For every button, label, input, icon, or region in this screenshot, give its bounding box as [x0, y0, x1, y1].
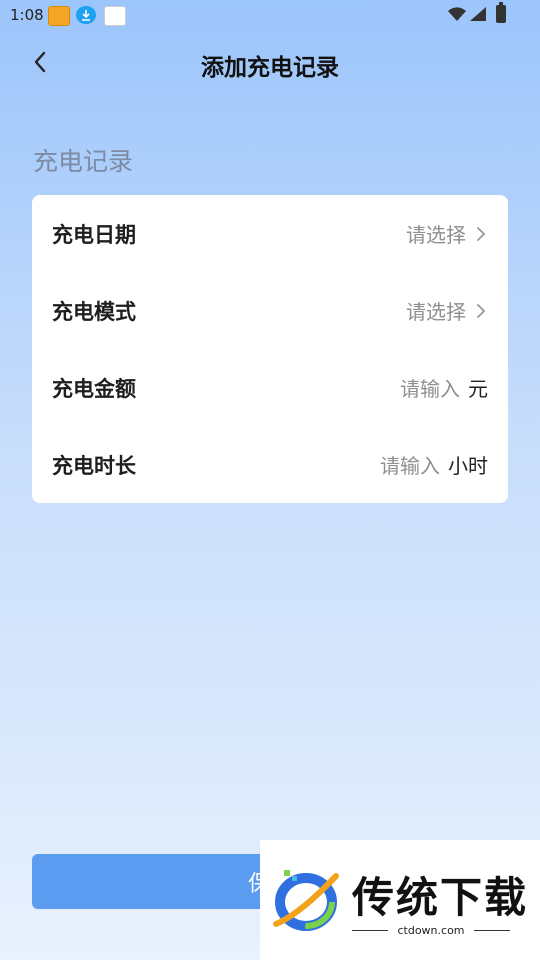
app-notification-icon-2: [104, 6, 126, 26]
charge-amount-row[interactable]: 充电金额 请输入 元: [32, 349, 508, 426]
duration-unit: 小时: [448, 454, 488, 478]
charge-duration-row[interactable]: 充电时长 请输入 小时: [32, 426, 508, 503]
charge-mode-row[interactable]: 充电模式 请选择: [32, 272, 508, 349]
status-bar: 1:08: [0, 0, 540, 32]
mode-select-placeholder: 请选择: [406, 300, 466, 324]
signal-icon: [470, 7, 486, 21]
amount-input[interactable]: 请输入: [400, 373, 460, 402]
date-select-placeholder: 请选择: [406, 223, 466, 247]
charge-date-row[interactable]: 充电日期 请选择: [32, 195, 508, 272]
page-title: 添加充电记录: [201, 55, 339, 81]
chevron-right-icon: [474, 225, 488, 243]
ctdown-logo-icon: [273, 870, 339, 931]
row-label: 充电日期: [52, 222, 136, 247]
watermark-domain: ctdown.com: [397, 924, 465, 937]
watermark: 传统下载 ctdown.com: [260, 840, 540, 960]
nav-bar: 添加充电记录: [0, 32, 540, 92]
duration-input[interactable]: 请输入: [380, 450, 440, 479]
app-notification-icon: [48, 6, 70, 26]
battery-icon: [496, 2, 506, 23]
watermark-brand: 传统下载: [352, 873, 529, 922]
status-time: 1:08: [10, 6, 44, 24]
row-label: 充电模式: [52, 299, 136, 324]
form-card: 充电日期 请选择 充电模式 请选择 充电金额 请输入 元 充电时长 请输入 小时: [32, 195, 508, 503]
row-label: 充电时长: [52, 453, 136, 478]
download-notification-icon: [76, 6, 96, 24]
section-title: 充电记录: [33, 147, 134, 176]
amount-unit: 元: [468, 377, 488, 401]
chevron-right-icon: [474, 302, 488, 320]
wifi-icon: [448, 7, 466, 21]
row-label: 充电金额: [52, 376, 136, 401]
